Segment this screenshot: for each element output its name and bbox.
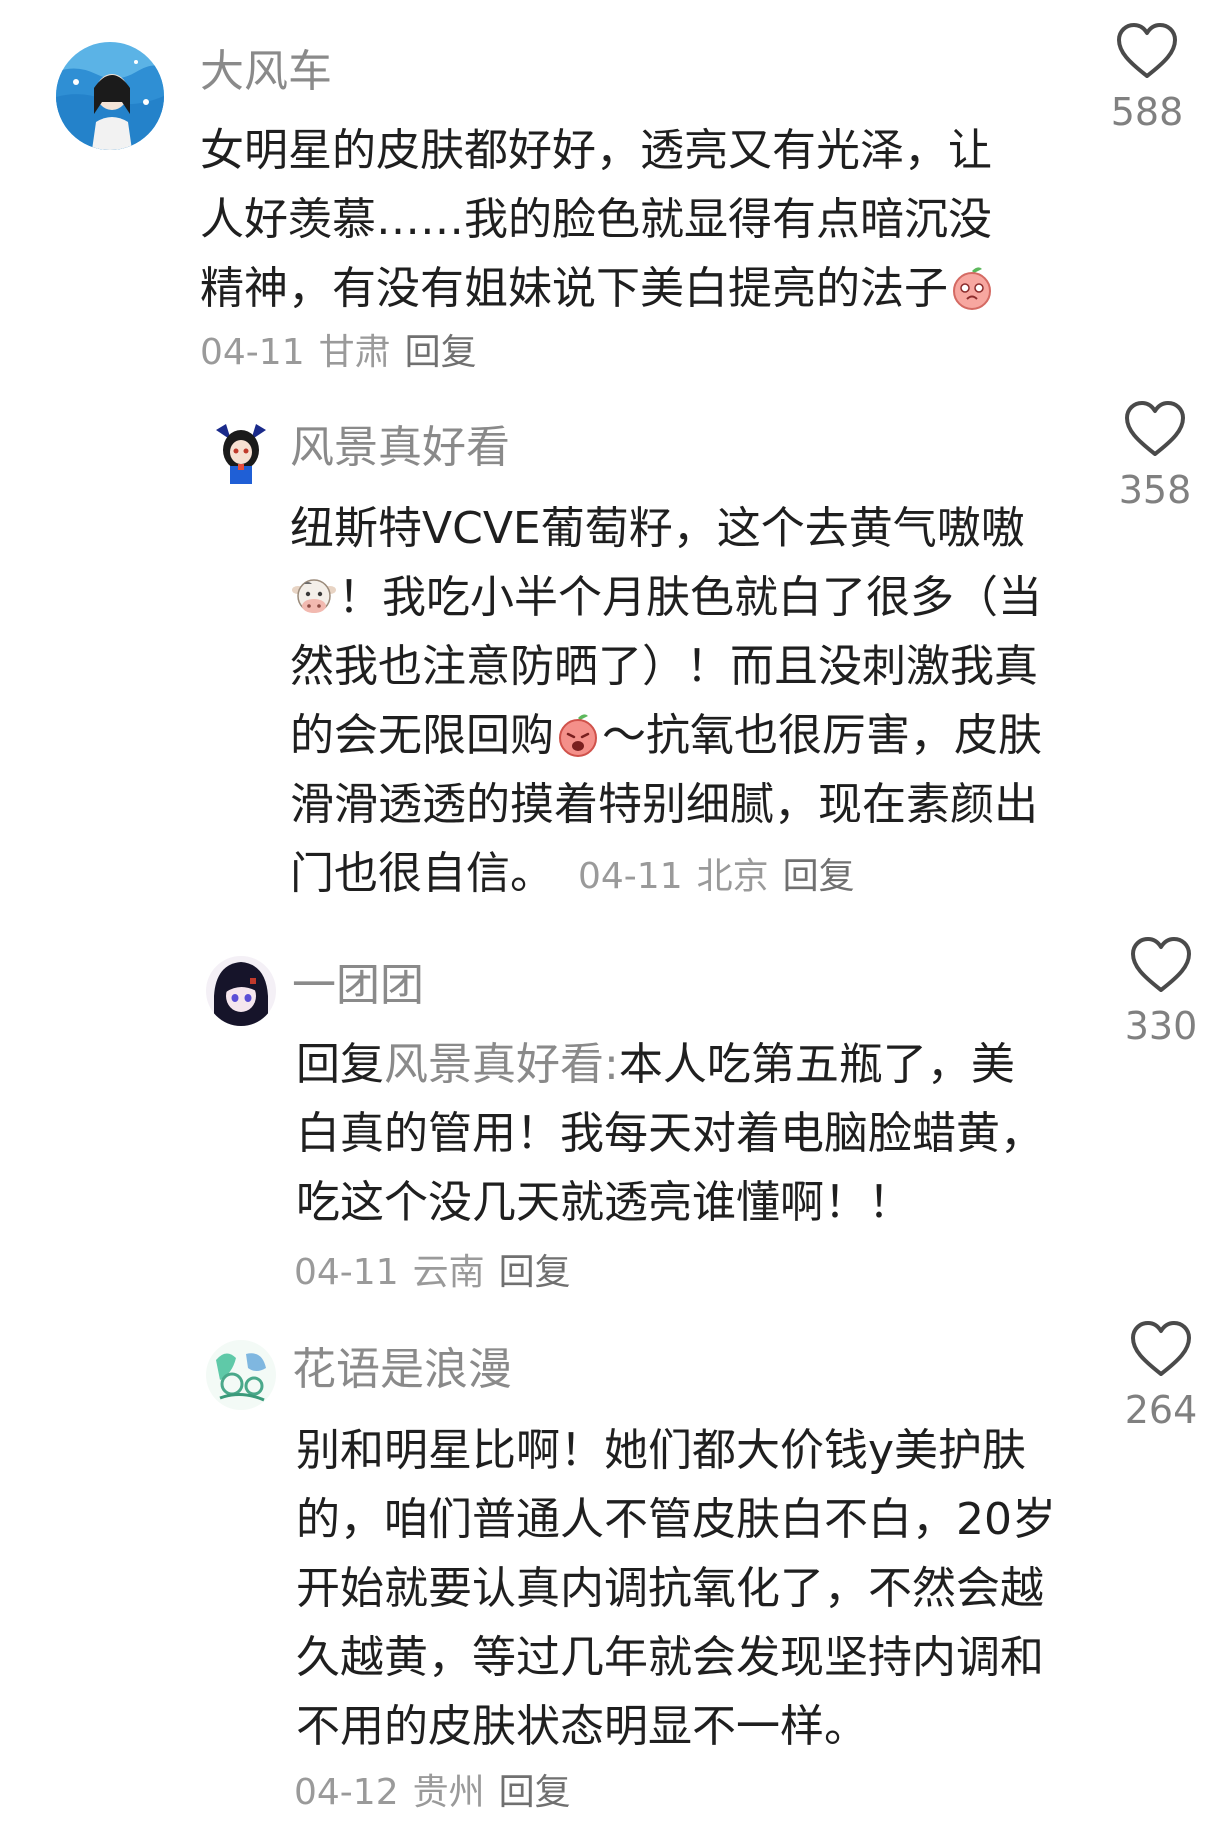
like-count: 588 [1110, 90, 1184, 134]
reply-button[interactable]: 回复 [783, 856, 855, 897]
comment-text: 别和明星比啊！她们都大价钱y美护肤的，咱们普通人不管皮肤白不白，20岁开始就要认… [296, 1416, 1056, 1761]
comment-text-content: 别和明星比啊！她们都大价钱y美护肤的，咱们普通人不管皮肤白不白，20岁开始就要认… [296, 1425, 1056, 1752]
comment-meta: 04-11 北京 回复 [578, 856, 855, 897]
like-button[interactable]: 588 [1102, 22, 1192, 136]
reply-button[interactable]: 回复 [499, 1252, 571, 1293]
comment-meta: 04-11 云南 回复 [294, 1238, 571, 1307]
avatar-image [206, 956, 276, 1026]
like-count: 330 [1124, 1004, 1198, 1048]
comment-text: 回复风景真好看:本人吃第五瓶了，美白真的管用！我每天对着电脑脸蜡黄，吃这个没几天… [296, 1030, 1056, 1237]
like-count: 358 [1118, 468, 1192, 512]
comment-meta: 04-11 甘肃 回复 [200, 318, 477, 387]
peach-emoji-icon [554, 709, 602, 757]
comment-username[interactable]: 花语是浪漫 [292, 1344, 512, 1396]
avatar-image [206, 1340, 276, 1410]
avatar[interactable] [56, 42, 164, 150]
heart-icon [1131, 937, 1191, 992]
cow-emoji-icon [290, 571, 338, 619]
comment-date: 04-11 [200, 332, 305, 373]
heart-icon [1125, 401, 1185, 456]
comment-text-content: 女明星的皮肤都好好，透亮又有光泽，让人好羡慕……我的脸色就显得有点暗沉没精神，有… [200, 125, 992, 314]
comment-location: 甘肃 [318, 332, 391, 373]
reply-button[interactable]: 回复 [405, 332, 477, 373]
comment-date: 04-12 [294, 1772, 399, 1813]
reply-prefix: 回复 [296, 1039, 384, 1090]
comment-date: 04-11 [578, 856, 683, 897]
comment-meta: 04-12 贵州 回复 [294, 1758, 571, 1827]
reply-button[interactable]: 回复 [499, 1772, 571, 1813]
peach-emoji-icon [948, 262, 996, 310]
avatar[interactable] [206, 956, 276, 1026]
comment-text-content: 纽斯特VCVE葡萄籽，这个去黄气嗷嗷 [290, 503, 1025, 554]
heart-icon [1117, 23, 1177, 78]
comment-username[interactable]: 一团团 [292, 960, 424, 1012]
avatar-image [56, 42, 164, 150]
reply-target-username[interactable]: 风景真好看: [384, 1039, 619, 1090]
comment-username[interactable]: 大风车 [200, 46, 332, 98]
comment-location: 北京 [696, 856, 769, 897]
comment-text: 纽斯特VCVE葡萄籽，这个去黄气嗷嗷 ！我吃小半个月肤色就白了很多（当然我也注意… [290, 494, 1050, 911]
comment-location: 云南 [412, 1252, 485, 1293]
avatar[interactable] [206, 420, 276, 490]
like-button[interactable]: 264 [1116, 1320, 1206, 1434]
comment-text: 女明星的皮肤都好好，透亮又有光泽，让人好羡慕……我的脸色就显得有点暗沉没精神，有… [200, 116, 1030, 323]
like-button[interactable]: 358 [1110, 400, 1200, 514]
heart-icon [1131, 1321, 1191, 1376]
comment-location: 贵州 [412, 1772, 485, 1813]
comment-date: 04-11 [294, 1252, 399, 1293]
avatar[interactable] [206, 1340, 276, 1410]
like-button[interactable]: 330 [1116, 936, 1206, 1050]
like-count: 264 [1124, 1388, 1198, 1432]
avatar-image [206, 420, 276, 490]
comment-username[interactable]: 风景真好看 [290, 422, 510, 474]
